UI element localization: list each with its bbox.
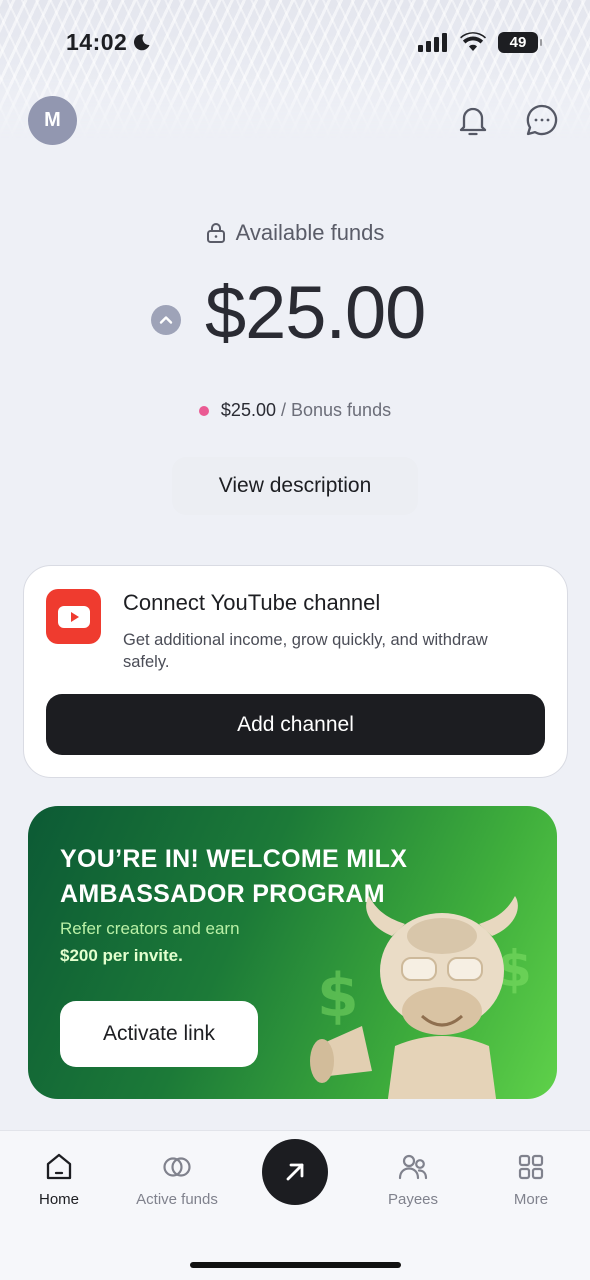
- arrow-up-right-icon: [286, 1163, 304, 1181]
- bell-icon: [459, 107, 487, 136]
- youtube-card-description: Get additional income, grow quickly, and…: [123, 631, 488, 671]
- collapse-balance-button[interactable]: [151, 305, 181, 335]
- activate-link-button[interactable]: Activate link: [60, 1001, 258, 1067]
- chat-bubble-icon: [526, 104, 558, 136]
- moon-icon: [134, 34, 150, 51]
- available-funds-label: Available funds: [0, 220, 590, 246]
- grid-icon: [518, 1154, 544, 1180]
- tab-home[interactable]: Home: [0, 1151, 118, 1221]
- bonus-amount: $25.00: [220, 400, 276, 420]
- frost-decoration: [0, 0, 590, 140]
- add-channel-button[interactable]: Add channel: [46, 694, 545, 755]
- payees-icon: [398, 1154, 428, 1180]
- battery-icon: 49: [498, 31, 542, 53]
- balance-amount: $25.00: [205, 271, 426, 354]
- bull-mascot-icon: $ $: [310, 896, 532, 1099]
- balance-row: $25.00: [0, 270, 590, 360]
- bonus-funds-row: $25.00 / Bonus funds: [0, 400, 590, 421]
- promo-subtitle: Refer creators and earn: [60, 919, 240, 938]
- bonus-label: / Bonus funds: [281, 400, 392, 420]
- youtube-card-title: Connect YouTube channel: [123, 590, 381, 615]
- status-indicators: 49: [418, 31, 542, 53]
- avatar[interactable]: M: [28, 96, 77, 145]
- tab-payees[interactable]: Payees: [354, 1151, 472, 1221]
- send-money-button[interactable]: [262, 1139, 328, 1205]
- connect-youtube-card: Connect YouTube channel Get additional i…: [23, 565, 568, 778]
- promo-highlight: $200 per invite.: [60, 946, 183, 965]
- chevron-up-icon: [159, 316, 173, 324]
- view-description-button[interactable]: View description: [172, 457, 418, 515]
- chat-button[interactable]: [524, 102, 560, 138]
- bonus-dot: [198, 405, 209, 416]
- status-bar: 14:02 49: [0, 22, 590, 62]
- lock-icon: [206, 223, 225, 243]
- notifications-button[interactable]: [455, 102, 491, 138]
- bottom-tab-bar: Home Active funds Payees More: [0, 1130, 590, 1280]
- cellular-signal-icon: [418, 33, 447, 52]
- svg-text:$: $: [317, 961, 359, 1031]
- tab-active-funds[interactable]: Active funds: [118, 1151, 236, 1221]
- ambassador-promo-banner[interactable]: YOU’RE IN! WELCOME MILX AMBASSADOR PROGR…: [28, 806, 557, 1099]
- youtube-icon: [46, 589, 101, 644]
- active-funds-icon: [163, 1157, 191, 1177]
- tab-more[interactable]: More: [472, 1151, 590, 1221]
- home-icon: [46, 1153, 72, 1180]
- home-indicator: [190, 1262, 401, 1268]
- status-time: 14:02: [66, 29, 151, 56]
- wifi-icon: [460, 32, 486, 51]
